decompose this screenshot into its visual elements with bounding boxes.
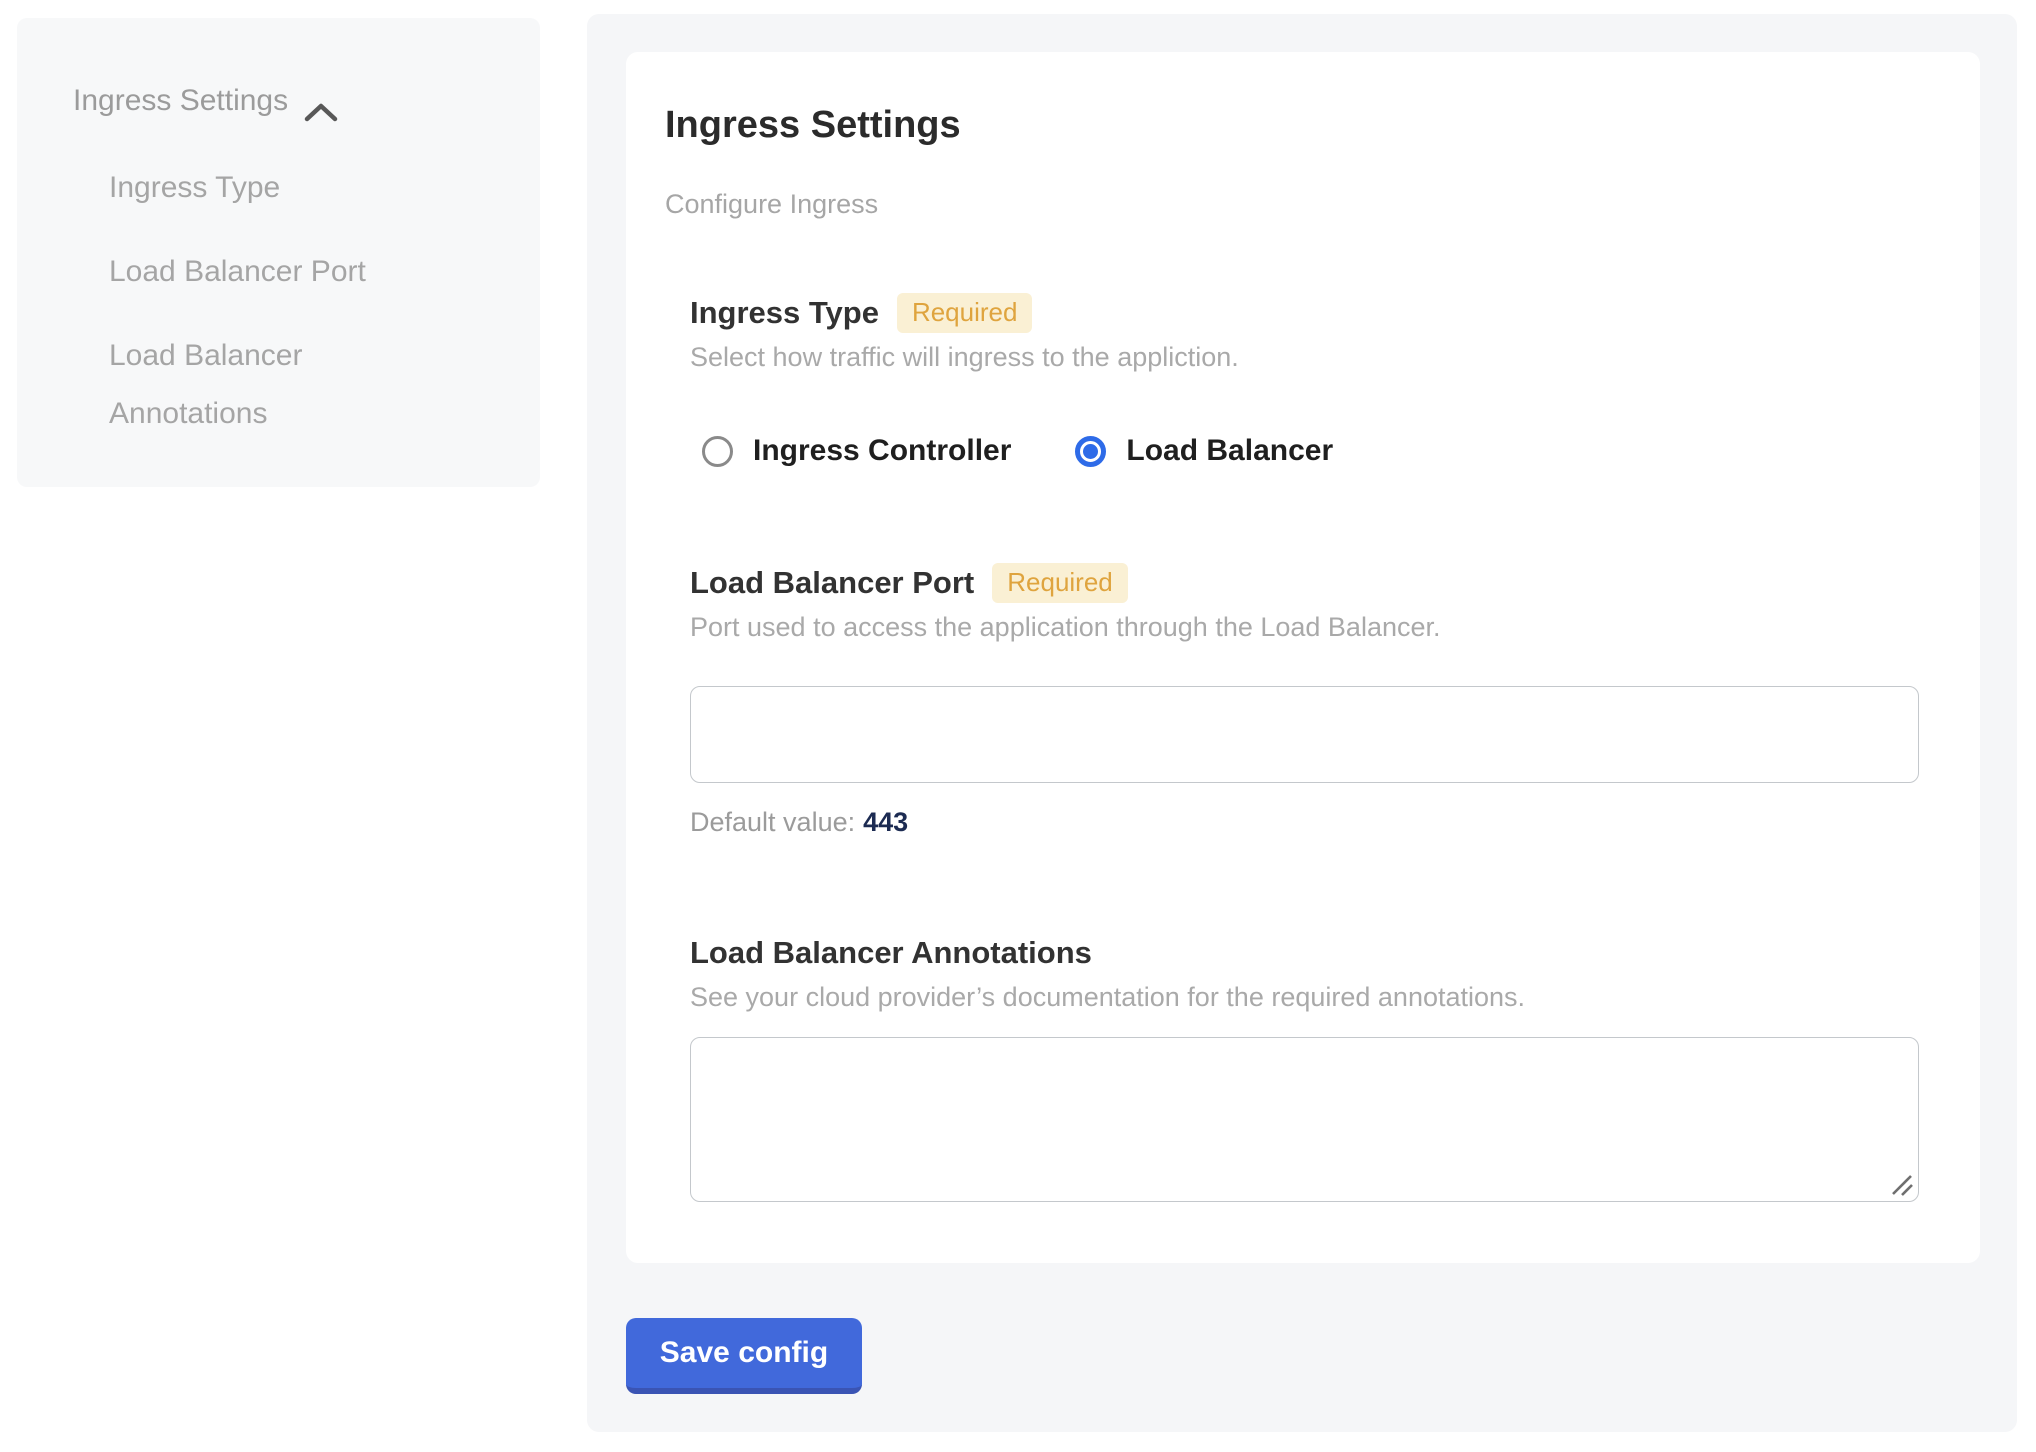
ingress-settings-card: Ingress Settings Configure Ingress Ingre… (626, 52, 1980, 1263)
field-ingress-type-heading: Ingress Type Required (690, 292, 1919, 334)
default-value-prefix: Default value: (690, 807, 855, 837)
form-fields: Ingress Type Required Select how traffic… (690, 292, 1919, 1202)
field-ingress-type: Ingress Type Required Select how traffic… (690, 292, 1919, 468)
radio-option-ingress-controller[interactable]: Ingress Controller (702, 434, 1011, 468)
field-load-balancer-port-heading: Load Balancer Port Required (690, 562, 1919, 604)
field-load-balancer-port-label: Load Balancer Port (690, 562, 974, 604)
required-badge: Required (992, 563, 1128, 603)
radio-option-load-balancer[interactable]: Load Balancer (1075, 434, 1333, 468)
load-balancer-port-input[interactable] (690, 686, 1919, 783)
field-load-balancer-annotations-description: See your cloud provider’s documentation … (690, 981, 1919, 1014)
chevron-up-icon (304, 92, 338, 114)
required-badge: Required (897, 293, 1033, 333)
sidebar-group-ingress-settings[interactable]: Ingress Settings (73, 78, 510, 123)
default-value-row: Default value: 443 (690, 806, 1919, 838)
ingress-settings-panel: Ingress Settings Configure Ingress Ingre… (587, 14, 2017, 1432)
field-ingress-type-description: Select how traffic will ingress to the a… (690, 341, 1919, 374)
sidebar-item-load-balancer-port[interactable]: Load Balancer Port (109, 243, 429, 301)
sidebar-group-label: Ingress Settings (73, 78, 288, 123)
save-config-button[interactable]: Save config (626, 1318, 862, 1394)
radio-label-ingress-controller: Ingress Controller (753, 434, 1011, 468)
ingress-type-radio-group: Ingress Controller Load Balancer (690, 434, 1919, 468)
field-load-balancer-annotations-heading: Load Balancer Annotations (690, 932, 1919, 974)
sidebar-item-load-balancer-annotations[interactable]: Load Balancer Annotations (109, 327, 429, 443)
field-load-balancer-annotations-label: Load Balancer Annotations (690, 932, 1092, 974)
settings-sidebar: Ingress Settings Ingress Type Load Balan… (17, 18, 540, 487)
radio-unselected-icon[interactable] (702, 436, 733, 467)
radio-selected-icon[interactable] (1075, 436, 1106, 467)
radio-label-load-balancer: Load Balancer (1126, 434, 1333, 468)
default-value: 443 (863, 807, 908, 837)
field-load-balancer-port: Load Balancer Port Required Port used to… (690, 562, 1919, 838)
page-subtitle: Configure Ingress (665, 188, 1920, 220)
field-load-balancer-annotations: Load Balancer Annotations See your cloud… (690, 932, 1919, 1202)
page-title: Ingress Settings (665, 102, 1920, 148)
field-ingress-type-label: Ingress Type (690, 292, 879, 334)
load-balancer-annotations-textarea[interactable] (690, 1037, 1919, 1202)
resize-handle-icon[interactable] (1889, 1171, 1915, 1197)
sidebar-item-ingress-type[interactable]: Ingress Type (109, 159, 429, 217)
annotations-textarea-wrap (690, 1037, 1919, 1202)
sidebar-sub-items: Ingress Type Load Balancer Port Load Bal… (109, 159, 429, 443)
field-load-balancer-port-description: Port used to access the application thro… (690, 611, 1919, 644)
